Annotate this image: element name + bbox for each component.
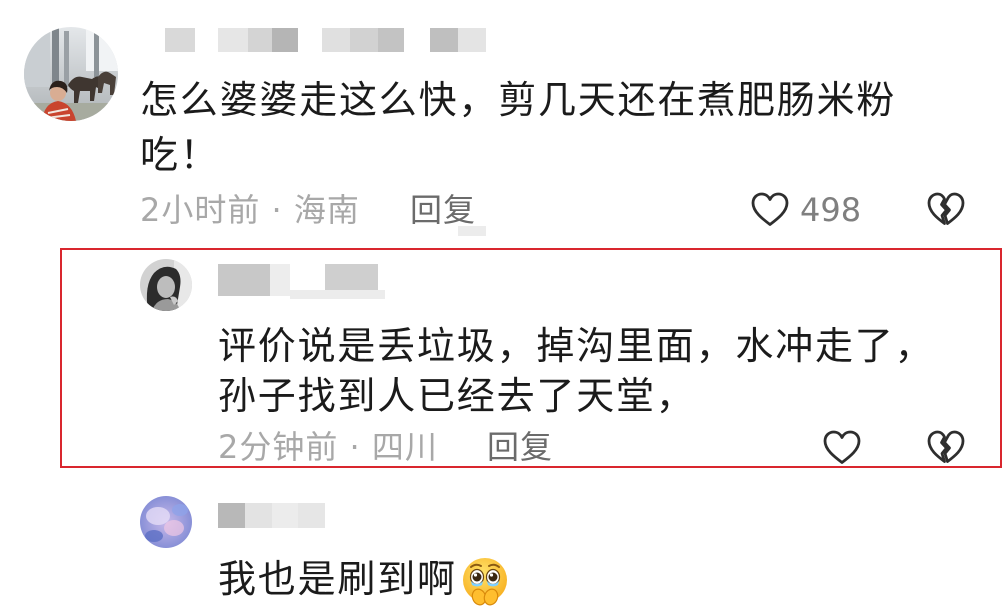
broken-heart-icon[interactable] xyxy=(926,191,966,228)
reply-button[interactable]: 回复 xyxy=(410,190,476,230)
comment-meta: 2分钟前 · 四川 xyxy=(218,427,438,467)
mosaic-block xyxy=(430,28,458,52)
mosaic-block xyxy=(378,28,404,52)
username-mosaic[interactable] xyxy=(218,503,325,528)
mosaic-block xyxy=(350,28,378,52)
mosaic-block xyxy=(404,28,430,52)
mosaic-block xyxy=(298,28,322,52)
broken-heart-icon[interactable] xyxy=(926,429,966,466)
comment-text: 评价说是丢垃圾，掉沟里面，水冲走了，孙子找到人已经去了天堂， xyxy=(218,324,935,418)
avatar-image xyxy=(24,27,118,121)
mosaic-block xyxy=(270,264,290,296)
mosaic-block xyxy=(245,503,272,528)
reply-button[interactable]: 回复 xyxy=(487,427,553,467)
meta-separator: · xyxy=(271,191,283,229)
mosaic-block xyxy=(248,28,272,52)
mosaic-block xyxy=(272,503,298,528)
comment-text-line: 我也是刷到啊 xyxy=(218,554,511,608)
comment-text: 怎么婆婆走这么快，剪几天还在煮肥肠米粉吃！ xyxy=(140,78,897,177)
comment-location: 四川 xyxy=(371,428,438,466)
mosaic-block xyxy=(218,28,248,52)
comment-time: 2分钟前 xyxy=(218,428,339,466)
avatar-image xyxy=(140,259,192,311)
avatar[interactable] xyxy=(140,496,192,548)
mosaic-fragment xyxy=(458,226,486,236)
mosaic-fragment xyxy=(290,290,385,299)
pleading-face-emoji-icon xyxy=(459,556,511,608)
comment-time: 2小时前 xyxy=(140,191,261,229)
avatar-image xyxy=(140,496,192,548)
meta-separator: · xyxy=(349,428,361,466)
mosaic-block xyxy=(218,264,270,296)
like-count: 498 xyxy=(800,191,862,229)
heart-outline-icon[interactable] xyxy=(822,429,862,466)
avatar[interactable] xyxy=(140,259,192,311)
mosaic-block xyxy=(165,28,195,52)
mosaic-block xyxy=(195,28,218,52)
avatar[interactable] xyxy=(24,27,118,121)
username-mosaic[interactable] xyxy=(165,28,486,52)
comment-meta: 2小时前 · 海南 xyxy=(140,190,360,230)
comment-location: 海南 xyxy=(293,191,360,229)
mosaic-block xyxy=(458,28,486,52)
mosaic-block xyxy=(272,28,298,52)
heart-outline-icon[interactable] xyxy=(750,191,790,228)
mosaic-block xyxy=(218,503,245,528)
mosaic-block xyxy=(322,28,350,52)
comment-text: 我也是刷到啊 xyxy=(218,557,457,601)
mosaic-block xyxy=(298,503,325,528)
